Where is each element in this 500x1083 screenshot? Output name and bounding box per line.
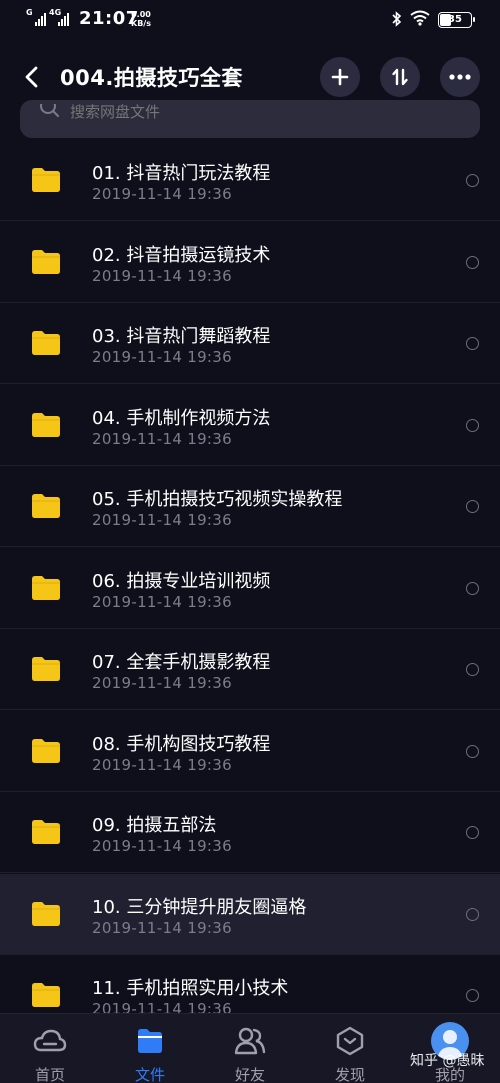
page-title: 004.拍摄技巧全套 xyxy=(60,66,243,90)
file-name: 02. 抖音拍摄运镜技术 xyxy=(92,244,271,266)
folder-icon xyxy=(32,820,60,844)
tab-files[interactable]: 文件 xyxy=(100,1014,200,1083)
watermark: 知乎 @愚昧 xyxy=(410,1053,485,1069)
select-radio[interactable] xyxy=(466,337,479,350)
folder-icon xyxy=(32,249,60,274)
sort-button[interactable] xyxy=(380,57,420,97)
file-folder-icon xyxy=(133,1026,167,1056)
file-row[interactable]: 06. 拍摄专业培训视频 2019-11-14 19:36 xyxy=(0,548,500,629)
tab-discover-label: 发现 xyxy=(334,1066,365,1083)
folder-icon xyxy=(32,901,60,926)
file-name: 01. 抖音热门玩法教程 xyxy=(92,163,271,184)
discover-icon xyxy=(333,1026,367,1056)
file-name: 07. 全套手机摄影教程 xyxy=(92,652,271,673)
search-bar[interactable] xyxy=(20,100,480,138)
network-speed: 0.00 KB/s xyxy=(131,10,151,28)
tab-friends-label: 好友 xyxy=(234,1066,265,1083)
folder-icon xyxy=(32,331,60,355)
file-date: 2019-11-14 19:36 xyxy=(92,185,232,203)
tab-friends[interactable]: 好友 xyxy=(200,1014,300,1083)
file-row[interactable]: 10. 三分钟提升朋友圈逼格 2019-11-14 19:36 xyxy=(0,873,500,955)
file-name: 11. 手机拍照实用小技术 xyxy=(92,978,289,999)
file-date: 2019-11-14 19:36 xyxy=(92,511,232,529)
status-right: 35 xyxy=(392,10,475,30)
signal-4g-icon: 4G xyxy=(49,8,69,26)
select-radio[interactable] xyxy=(466,174,479,187)
sort-icon xyxy=(392,68,408,86)
bluetooth-icon xyxy=(392,10,402,30)
file-row[interactable]: 04. 手机制作视频方法 2019-11-14 19:36 xyxy=(0,385,500,466)
select-radio[interactable] xyxy=(466,418,479,432)
search-icon xyxy=(40,104,59,117)
tab-home[interactable]: 首页 xyxy=(0,1014,100,1083)
plus-icon xyxy=(331,68,349,86)
signal-icon: G xyxy=(26,8,46,26)
file-date: 2019-11-14 19:36 xyxy=(92,266,232,285)
file-row[interactable]: 05. 手机拍摄技巧视频实操教程 2019-11-14 19:36 xyxy=(0,466,500,547)
friends-icon xyxy=(233,1026,267,1056)
search-input[interactable] xyxy=(70,104,450,120)
signal-indicators: G 4G xyxy=(26,8,69,26)
back-button[interactable] xyxy=(20,62,46,92)
select-radio[interactable] xyxy=(466,744,479,758)
signal-1-label: G xyxy=(26,8,33,17)
file-date: 2019-11-14 19:36 xyxy=(92,755,232,774)
file-name: 08. 手机构图技巧教程 xyxy=(92,733,271,755)
tab-files-label: 文件 xyxy=(134,1066,165,1083)
more-dots-icon xyxy=(449,74,471,80)
tab-bar: 首页 文件 好友 发现 我的 xyxy=(0,1013,500,1083)
battery-icon: 35 xyxy=(438,12,475,28)
file-date: 2019-11-14 19:36 xyxy=(92,429,232,448)
network-speed-unit: KB/s xyxy=(131,19,151,28)
file-date: 2019-11-14 19:36 xyxy=(92,837,232,855)
file-name: 03. 抖音热门舞蹈教程 xyxy=(92,326,271,347)
select-radio[interactable] xyxy=(466,500,479,513)
battery-level: 35 xyxy=(448,14,462,25)
back-arrow-icon xyxy=(25,66,38,88)
file-row[interactable]: 09. 拍摄五部法 2019-11-14 19:36 xyxy=(0,792,500,873)
more-button[interactable] xyxy=(440,57,480,97)
file-row[interactable]: 08. 手机构图技巧教程 2019-11-14 19:36 xyxy=(0,711,500,792)
status-bar: G 4G 21:07 0.00 KB/s 35 xyxy=(0,0,500,38)
folder-icon xyxy=(32,983,60,1007)
file-name: 09. 拍摄五部法 xyxy=(92,815,217,836)
file-date: 2019-11-14 19:36 xyxy=(92,348,232,366)
file-date: 2019-11-14 19:36 xyxy=(92,592,232,611)
clock: 21:07 xyxy=(79,8,139,29)
file-date: 2019-11-14 19:36 xyxy=(92,1000,232,1013)
folder-icon xyxy=(32,168,60,192)
select-radio[interactable] xyxy=(466,255,479,269)
select-radio[interactable] xyxy=(466,663,479,676)
select-radio[interactable] xyxy=(466,907,479,921)
folder-icon xyxy=(32,494,60,518)
file-row[interactable]: 07. 全套手机摄影教程 2019-11-14 19:36 xyxy=(0,629,500,710)
folder-icon xyxy=(32,412,60,437)
file-row[interactable]: 11. 手机拍照实用小技术 2019-11-14 19:36 xyxy=(0,955,500,1013)
file-row[interactable]: 01. 抖音热门玩法教程 2019-11-14 19:36 xyxy=(0,140,500,221)
select-radio[interactable] xyxy=(466,581,479,595)
file-date: 2019-11-14 19:36 xyxy=(92,918,232,937)
tab-discover[interactable]: 发现 xyxy=(300,1014,400,1083)
folder-icon xyxy=(32,657,60,681)
file-row[interactable]: 03. 抖音热门舞蹈教程 2019-11-14 19:36 xyxy=(0,303,500,384)
file-date: 2019-11-14 19:36 xyxy=(92,674,232,692)
file-name: 05. 手机拍摄技巧视频实操教程 xyxy=(92,489,343,510)
network-speed-value: 0.00 xyxy=(131,10,151,19)
file-list: 01. 抖音热门玩法教程 2019-11-14 19:36 02. 抖音拍摄运镜技术… xyxy=(0,140,500,1013)
file-name: 10. 三分钟提升朋友圈逼格 xyxy=(92,896,307,918)
home-cloud-icon xyxy=(33,1026,67,1056)
file-row[interactable]: 02. 抖音拍摄运镜技术 2019-11-14 19:36 xyxy=(0,222,500,303)
file-name: 04. 手机制作视频方法 xyxy=(92,407,271,429)
select-radio[interactable] xyxy=(466,826,479,839)
folder-icon xyxy=(32,575,60,600)
file-name: 06. 拍摄专业培训视频 xyxy=(92,570,271,592)
add-button[interactable] xyxy=(320,57,360,97)
folder-icon xyxy=(32,738,60,763)
tab-home-label: 首页 xyxy=(34,1066,65,1083)
select-radio[interactable] xyxy=(466,989,479,1002)
wifi-icon xyxy=(410,10,430,30)
tab-me[interactable]: 我的 xyxy=(400,1014,500,1083)
